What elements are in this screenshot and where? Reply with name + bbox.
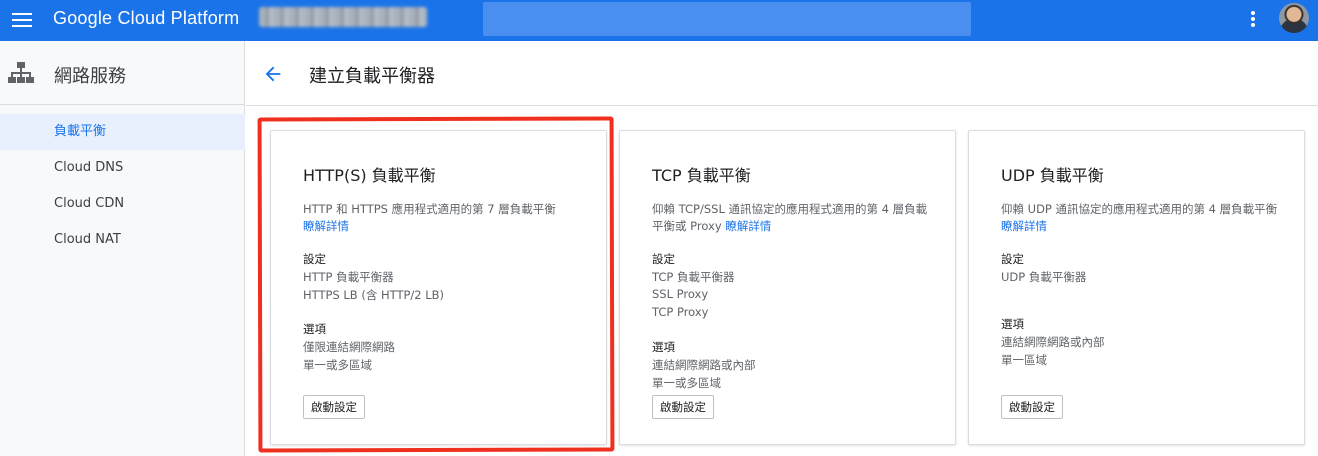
config-label: 設定 <box>1001 252 1024 266</box>
card-description: 仰賴 TCP/SSL 通訊協定的應用程式適用的第 4 層負載平衡或 Proxy … <box>652 201 937 235</box>
option-item: 單一區域 <box>1001 353 1047 367</box>
start-configuration-button[interactable]: 啟動設定 <box>652 395 714 419</box>
sidebar-title: 網路服務 <box>54 66 126 87</box>
description-text: 仰賴 TCP/SSL 通訊協定的應用程式適用的第 4 層負載平衡或 Proxy <box>652 202 928 233</box>
sidebar-item-cloud-dns[interactable]: Cloud DNS <box>0 150 245 186</box>
config-label: 設定 <box>652 252 675 266</box>
start-configuration-button[interactable]: 啟動設定 <box>303 395 365 419</box>
card-http-load-balancing: HTTP(S) 負載平衡 HTTP 和 HTTPS 應用程式適用的第 7 層負載… <box>270 130 607 445</box>
page-header: 建立負載平衡器 <box>246 41 1318 106</box>
brand-title[interactable]: Google Cloud Platform <box>53 8 239 29</box>
project-selector-blurred[interactable] <box>259 7 427 27</box>
learn-more-link[interactable]: 瞭解詳情 <box>725 219 771 233</box>
config-item: SSL Proxy <box>652 287 709 301</box>
config-label: 設定 <box>303 252 326 266</box>
option-item: 僅限連結網際網路 <box>303 340 395 354</box>
start-configuration-button[interactable]: 啟動設定 <box>1001 395 1063 419</box>
avatar[interactable] <box>1279 3 1309 33</box>
top-app-bar: Google Cloud Platform <box>0 0 1318 41</box>
sidebar-header: 網路服務 <box>0 41 245 105</box>
search-input[interactable] <box>483 2 971 36</box>
card-title: HTTP(S) 負載平衡 <box>303 166 436 185</box>
learn-more-link[interactable]: 瞭解詳情 <box>303 219 349 233</box>
card-udp-load-balancing: UDP 負載平衡 仰賴 UDP 通訊協定的應用程式適用的第 4 層負載平衡 瞭解… <box>968 130 1305 445</box>
config-item: TCP Proxy <box>652 305 709 319</box>
config-item: HTTPS LB (含 HTTP/2 LB) <box>303 288 445 302</box>
learn-more-link[interactable]: 瞭解詳情 <box>1001 219 1047 233</box>
config-item: UDP 負載平衡器 <box>1001 270 1087 284</box>
options-label: 選項 <box>303 322 326 336</box>
network-services-icon <box>8 62 34 83</box>
description-text: 仰賴 UDP 通訊協定的應用程式適用的第 4 層負載平衡 <box>1001 202 1278 216</box>
card-title: UDP 負載平衡 <box>1001 166 1104 185</box>
hamburger-menu-icon[interactable] <box>12 10 32 30</box>
options-label: 選項 <box>1001 317 1024 331</box>
config-item: TCP 負載平衡器 <box>652 270 735 284</box>
card-description: 仰賴 UDP 通訊協定的應用程式適用的第 4 層負載平衡 瞭解詳情 <box>1001 201 1286 235</box>
description-text: HTTP 和 HTTPS 應用程式適用的第 7 層負載平衡 <box>303 202 556 216</box>
config-item: HTTP 負載平衡器 <box>303 270 394 284</box>
sidebar-item-cloud-nat[interactable]: Cloud NAT <box>0 222 245 258</box>
more-vert-icon[interactable] <box>1246 9 1260 29</box>
option-item: 連結網際網路或內部 <box>652 358 756 372</box>
card-tcp-load-balancing: TCP 負載平衡 仰賴 TCP/SSL 通訊協定的應用程式適用的第 4 層負載平… <box>619 130 956 445</box>
options-label: 選項 <box>652 340 675 354</box>
arrow-back-icon[interactable] <box>262 63 284 85</box>
card-description: HTTP 和 HTTPS 應用程式適用的第 7 層負載平衡 瞭解詳情 <box>303 201 588 235</box>
sidebar-item-load-balancing[interactable]: 負載平衡 <box>0 114 245 150</box>
sidebar: 網路服務 負載平衡 Cloud DNS Cloud CDN Cloud NAT <box>0 41 245 456</box>
page-title: 建立負載平衡器 <box>309 66 435 87</box>
option-item: 單一或多區域 <box>652 376 721 390</box>
option-item: 單一或多區域 <box>303 358 372 372</box>
option-item: 連結網際網路或內部 <box>1001 335 1105 349</box>
card-title: TCP 負載平衡 <box>652 166 751 185</box>
sidebar-item-cloud-cdn[interactable]: Cloud CDN <box>0 186 245 222</box>
